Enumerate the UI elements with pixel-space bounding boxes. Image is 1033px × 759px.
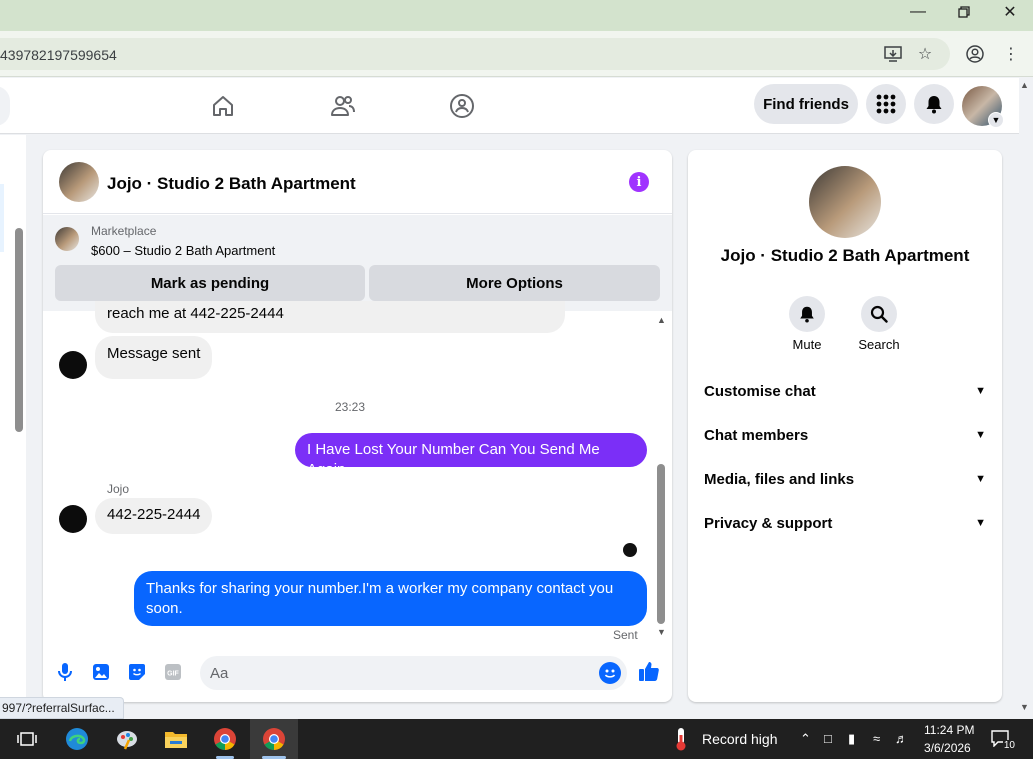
- message-timestamp: 23:23: [335, 400, 366, 414]
- sent-status: Sent: [613, 628, 638, 642]
- close-icon[interactable]: ✕: [987, 0, 1033, 24]
- chevron-down-icon: ▼: [975, 517, 986, 529]
- clock-date[interactable]: 3/6/2026: [924, 741, 971, 755]
- conversation-details-panel: Jojo · Studio 2 Bath Apartment Mute Sear…: [688, 150, 1002, 702]
- left-scrollbar[interactable]: [15, 228, 23, 432]
- message-bubble-in[interactable]: reach me at 442-225-2444: [95, 301, 565, 333]
- url-field[interactable]: 439782197599654: [0, 38, 950, 70]
- search-button[interactable]: Search: [849, 296, 909, 352]
- clock-time[interactable]: 11:24 PM: [924, 723, 974, 737]
- message-bubble-in[interactable]: 442-225-2444: [95, 498, 213, 534]
- menu-grid-icon[interactable]: [866, 84, 906, 124]
- gif-icon[interactable]: GIF: [162, 661, 184, 683]
- chrome-profile-icon[interactable]: [261, 726, 287, 752]
- notifications-bell-icon[interactable]: [914, 84, 954, 124]
- section-label: Chat members: [704, 426, 809, 444]
- search-stub[interactable]: [0, 86, 10, 126]
- bookmark-star-icon[interactable]: ☆: [915, 44, 935, 64]
- message-bubble-in[interactable]: Message sent: [95, 336, 213, 379]
- restore-icon[interactable]: [941, 0, 987, 24]
- search-icon[interactable]: [861, 296, 897, 332]
- account-chevron-icon[interactable]: ▼: [988, 112, 1004, 128]
- chat-header: Jojo · Studio 2 Bath Apartment i: [43, 150, 672, 214]
- section-label: Privacy & support: [704, 514, 833, 532]
- chat-scrollbar[interactable]: [657, 464, 665, 624]
- section-chat-members[interactable]: Chat members ▼: [704, 417, 986, 453]
- marketplace-label: Marketplace: [91, 224, 157, 238]
- chevron-down-icon: ▼: [975, 429, 986, 441]
- bell-icon[interactable]: [789, 296, 825, 332]
- section-label: Media, files and links: [704, 470, 855, 488]
- like-thumb-icon[interactable]: [638, 660, 660, 682]
- section-customise-chat[interactable]: Customise chat ▼: [704, 373, 986, 409]
- notification-count: 10: [1002, 740, 1016, 751]
- section-label: Customise chat: [704, 382, 816, 400]
- section-privacy-support[interactable]: Privacy & support ▼: [704, 505, 986, 541]
- chevron-up-icon[interactable]: ⌃: [800, 731, 811, 747]
- microphone-icon[interactable]: [54, 661, 76, 683]
- marketplace-banner: Marketplace $600 – Studio 2 Bath Apartme…: [43, 215, 672, 311]
- meet-now-icon[interactable]: □: [824, 731, 832, 746]
- address-bar: 439782197599654: [0, 31, 1033, 77]
- status-link-preview: 997/?referralSurfac...: [0, 697, 124, 719]
- task-view-icon[interactable]: [14, 726, 40, 752]
- details-avatar[interactable]: [809, 166, 881, 238]
- paint-icon[interactable]: [114, 726, 140, 752]
- install-app-icon[interactable]: [883, 44, 903, 64]
- groups-icon[interactable]: [446, 90, 478, 122]
- page-scroll-up-icon[interactable]: ▲: [1020, 80, 1029, 90]
- scroll-down-arrow-icon[interactable]: ▼: [657, 627, 666, 637]
- chevron-down-icon: ▼: [975, 385, 986, 397]
- listing-title[interactable]: $600 – Studio 2 Bath Apartment: [91, 243, 275, 258]
- url-text[interactable]: 439782197599654: [0, 47, 117, 63]
- page-scroll-down-icon[interactable]: ▼: [1020, 702, 1029, 712]
- details-title: Jojo · Studio 2 Bath Apartment: [720, 246, 970, 265]
- listing-thumbnail[interactable]: [55, 227, 79, 251]
- edge-browser-icon[interactable]: [64, 726, 90, 752]
- browser-menu-icon[interactable]: ⋮: [1001, 44, 1021, 64]
- battery-icon[interactable]: ▮: [848, 731, 855, 747]
- find-friends-button[interactable]: Find friends: [754, 84, 858, 124]
- message-list: reach me at 442-225-2444 Message sent 23…: [43, 301, 672, 642]
- sticker-icon[interactable]: [126, 661, 148, 683]
- chat-title[interactable]: Jojo · Studio 2 Bath Apartment: [107, 174, 356, 194]
- file-explorer-icon[interactable]: [163, 726, 189, 752]
- home-icon[interactable]: [207, 90, 239, 122]
- sender-avatar[interactable]: [59, 505, 87, 533]
- chat-avatar[interactable]: [59, 162, 99, 202]
- info-icon[interactable]: i: [629, 172, 649, 192]
- message-input[interactable]: [210, 656, 590, 690]
- seen-indicator: [623, 543, 637, 557]
- more-options-button[interactable]: More Options: [369, 265, 660, 301]
- message-input-wrap: [200, 656, 627, 690]
- chrome-icon[interactable]: [212, 726, 238, 752]
- friends-icon[interactable]: [327, 90, 359, 122]
- profile-icon[interactable]: [965, 44, 985, 64]
- section-media-files-links[interactable]: Media, files and links ▼: [704, 461, 986, 497]
- search-label: Search: [858, 337, 900, 352]
- mute-label: Mute: [792, 337, 822, 352]
- message-composer: GIF: [43, 650, 672, 696]
- message-bubble-out[interactable]: Thanks for sharing your number.I'm a wor…: [134, 571, 647, 626]
- wifi-icon[interactable]: ≈: [873, 731, 880, 746]
- minimize-icon[interactable]: —: [895, 0, 941, 24]
- mute-button[interactable]: Mute: [777, 296, 837, 352]
- left-sidebar-selected: [0, 184, 4, 252]
- mark-as-pending-button[interactable]: Mark as pending: [55, 265, 365, 301]
- chevron-down-icon: ▼: [975, 473, 986, 485]
- sender-avatar[interactable]: [59, 351, 87, 379]
- emoji-icon[interactable]: [599, 662, 621, 684]
- svg-text:GIF: GIF: [167, 671, 179, 678]
- volume-icon[interactable]: ♬: [895, 731, 908, 746]
- thermometer-weather-icon[interactable]: [668, 726, 694, 752]
- message-bubble-out[interactable]: I Have Lost Your Number Can You Send Me …: [295, 433, 647, 478]
- weather-text[interactable]: Record high: [702, 731, 778, 747]
- browser-titlebar: [0, 0, 1033, 31]
- chat-panel: Jojo · Studio 2 Bath Apartment i Marketp…: [43, 150, 672, 702]
- notification-center-icon[interactable]: 10: [990, 729, 1016, 751]
- photo-icon[interactable]: [90, 661, 112, 683]
- scroll-up-arrow-icon[interactable]: ▲: [657, 315, 666, 325]
- sender-name: Jojo: [107, 482, 130, 496]
